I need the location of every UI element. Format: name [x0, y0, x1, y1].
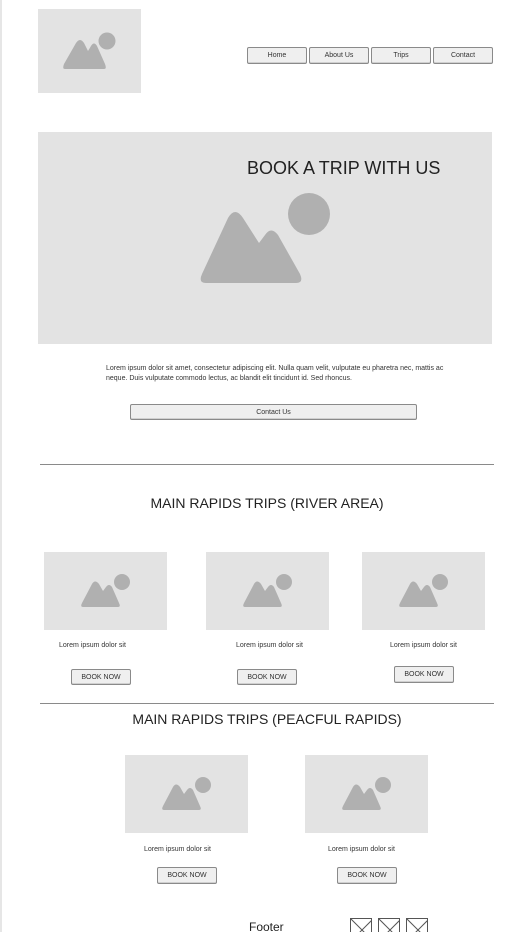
contact-us-button[interactable]: Contact Us: [130, 404, 417, 420]
image-icon: [200, 193, 330, 283]
trip-card-image: [305, 755, 428, 833]
page-left-border: [0, 0, 2, 932]
section-divider: [40, 464, 494, 465]
placeholder-x-icon[interactable]: [378, 918, 400, 932]
hero-title: BOOK A TRIP WITH US: [247, 158, 441, 178]
image-icon: [243, 574, 292, 607]
trip-card-caption: Lorem ipsum dolor sit: [144, 846, 211, 853]
book-now-button[interactable]: BOOK NOW: [337, 867, 397, 884]
nav-about-button[interactable]: About Us: [309, 47, 369, 64]
image-icon: [81, 574, 130, 607]
nav-trips-button[interactable]: Trips: [371, 47, 431, 64]
book-now-button[interactable]: BOOK NOW: [394, 666, 454, 683]
intro-paragraph-line-2: neque. Duis vulputate commodo lectus, ac…: [106, 375, 352, 382]
trip-card-caption: Lorem ipsum dolor sit: [390, 642, 457, 649]
trip-card-image: [362, 552, 485, 630]
trip-card-image: [125, 755, 248, 833]
section-divider: [40, 703, 494, 704]
section-title-peaceful-rapids: MAIN RAPIDS TRIPS (PEACFUL RAPIDS): [132, 711, 402, 727]
intro-paragraph-line-1: Lorem ipsum dolor sit amet, consectetur …: [106, 365, 444, 372]
book-now-button[interactable]: BOOK NOW: [157, 867, 217, 884]
section-title-river-area: MAIN RAPIDS TRIPS (RIVER AREA): [150, 495, 384, 511]
trip-card-image: [44, 552, 167, 630]
book-now-button[interactable]: BOOK NOW: [71, 669, 131, 685]
trip-card-caption: Lorem ipsum dolor sit: [59, 642, 126, 649]
logo-image-placeholder: [38, 9, 141, 93]
book-now-button[interactable]: BOOK NOW: [237, 669, 297, 685]
nav-contact-button[interactable]: Contact: [433, 47, 493, 64]
trip-card-image: [206, 552, 329, 630]
image-icon: [399, 574, 448, 607]
image-icon: [63, 32, 116, 69]
image-icon: [342, 777, 391, 810]
nav-home-button[interactable]: Home: [247, 47, 307, 64]
trip-card-caption: Lorem ipsum dolor sit: [236, 642, 303, 649]
trip-card-caption: Lorem ipsum dolor sit: [328, 846, 395, 853]
image-icon: [162, 777, 211, 810]
placeholder-x-icon[interactable]: [406, 918, 428, 932]
placeholder-x-icon[interactable]: [350, 918, 372, 932]
hero-banner: BOOK A TRIP WITH US: [38, 132, 492, 344]
